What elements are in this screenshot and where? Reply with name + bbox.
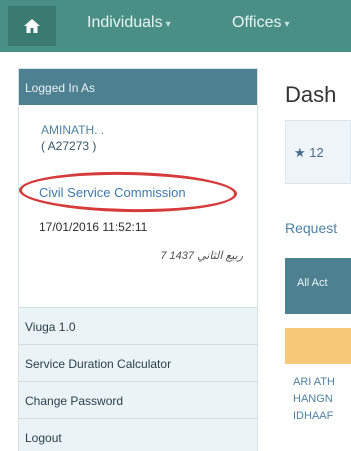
home-icon xyxy=(24,19,40,33)
login-datetime: 17/01/2016 11:52:11 xyxy=(39,220,148,234)
panel-menu: Viuga 1.0 Service Duration Calculator Ch… xyxy=(19,307,257,451)
home-button[interactable] xyxy=(8,6,56,46)
hijri-date: 7 ربيع الثاني 1437 xyxy=(160,250,243,262)
logged-in-panel: Logged In As AMINATH. . ( A27273 ) Civil… xyxy=(18,68,258,451)
stat-content: ★ 12 xyxy=(294,145,324,161)
user-name: AMINATH. . xyxy=(41,123,105,137)
menu-item-logout[interactable]: Logout xyxy=(19,418,257,451)
panel-header: Logged In As xyxy=(19,69,257,105)
chevron-down-icon: ▾ xyxy=(165,19,171,30)
list-item[interactable]: HANGN xyxy=(293,393,333,405)
list-item[interactable]: ARI ATH xyxy=(293,376,335,388)
tab-all-activities[interactable]: All Act xyxy=(297,277,328,289)
organization-link[interactable]: Civil Service Commission xyxy=(39,185,186,200)
menu-item-service-duration[interactable]: Service Duration Calculator xyxy=(19,344,257,381)
stat-box[interactable]: ★ 12 xyxy=(285,120,351,184)
star-icon: ★ xyxy=(294,145,306,160)
menu-item-change-password[interactable]: Change Password xyxy=(19,381,257,418)
user-id: ( A27273 ) xyxy=(41,139,97,153)
nav-individuals-label: Individuals xyxy=(87,14,163,31)
top-navbar: Individuals ▾ Offices ▾ xyxy=(0,0,351,52)
tab-bar: All Act xyxy=(285,258,351,314)
chevron-down-icon: ▾ xyxy=(284,19,290,30)
menu-item-viuga[interactable]: Viuga 1.0 xyxy=(19,307,257,344)
page-title: Dash xyxy=(285,82,337,107)
stat-value: 12 xyxy=(309,145,324,160)
nav-individuals[interactable]: Individuals ▾ xyxy=(87,14,171,32)
requests-heading: Request xyxy=(285,220,338,236)
list-item[interactable]: IDHAAF xyxy=(293,410,333,422)
nav-offices[interactable]: Offices ▾ xyxy=(232,14,290,32)
table-header-bar xyxy=(285,328,351,364)
nav-offices-label: Offices xyxy=(232,14,282,31)
